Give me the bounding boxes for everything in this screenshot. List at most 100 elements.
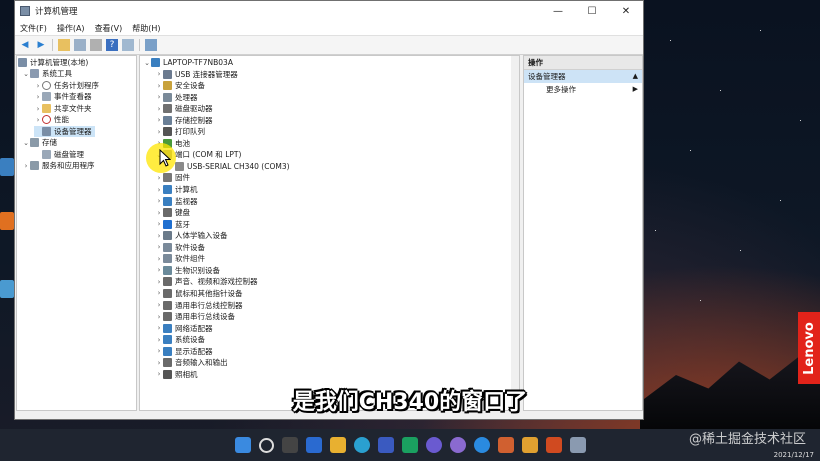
collapse-chevron-icon[interactable]: ⌄ xyxy=(143,59,151,67)
expand-chevron-icon[interactable]: › xyxy=(155,82,163,90)
expand-chevron-icon[interactable]: › xyxy=(155,255,163,263)
expand-chevron-icon[interactable]: › xyxy=(34,93,42,101)
desktop-shortcut-icon[interactable] xyxy=(0,212,14,230)
device-category[interactable]: › 打印队列 xyxy=(155,126,205,137)
expand-chevron-icon[interactable]: › xyxy=(155,243,163,251)
device-category[interactable]: › 蓝牙 xyxy=(155,219,190,230)
expand-chevron-icon[interactable]: › xyxy=(155,359,163,367)
back-arrow-icon[interactable]: ◀ xyxy=(19,39,31,51)
powerpoint-icon[interactable] xyxy=(545,437,562,453)
expand-chevron-icon[interactable]: › xyxy=(155,313,163,321)
device-category[interactable]: › 音频输入和输出 xyxy=(155,357,228,368)
expand-chevron-icon[interactable]: › xyxy=(155,301,163,309)
expand-chevron-icon[interactable]: › xyxy=(155,220,163,228)
help-icon[interactable]: ? xyxy=(106,39,118,51)
device-category[interactable]: › USB 连接器管理器 xyxy=(155,69,238,80)
expand-chevron-icon[interactable]: › xyxy=(34,82,42,90)
expand-chevron-icon[interactable]: › xyxy=(155,232,163,240)
device-category[interactable]: › 照相机 xyxy=(155,369,198,380)
tree-node[interactable]: › 共享文件夹 xyxy=(34,103,92,114)
tree-node[interactable]: ⌄ 系统工具 xyxy=(22,68,72,79)
expand-chevron-icon[interactable]: › xyxy=(155,289,163,297)
menu-view[interactable]: 查看(V) xyxy=(90,23,128,34)
device-category[interactable]: › 存储控制器 xyxy=(155,115,213,126)
menu-help[interactable]: 帮助(H) xyxy=(127,23,165,34)
scrollbar[interactable] xyxy=(511,56,519,410)
system-clock[interactable]: 2021/12/17 xyxy=(774,451,814,459)
expand-chevron-icon[interactable]: › xyxy=(155,93,163,101)
file-explorer-icon[interactable] xyxy=(329,437,346,453)
task-view-icon[interactable] xyxy=(281,437,298,453)
maximize-button[interactable]: ☐ xyxy=(575,1,609,21)
forward-arrow-icon[interactable]: ▶ xyxy=(35,39,47,51)
device-category[interactable]: › 人体学输入设备 xyxy=(155,230,228,241)
up-folder-icon[interactable] xyxy=(58,39,70,51)
expand-chevron-icon[interactable]: › xyxy=(34,105,42,113)
minimize-button[interactable]: — xyxy=(541,1,575,21)
edge-icon[interactable] xyxy=(353,437,370,453)
show-action-pane-icon[interactable] xyxy=(122,39,134,51)
collapse-up-icon[interactable]: ▲ xyxy=(633,70,638,83)
app-icon[interactable] xyxy=(473,437,490,453)
search-icon[interactable] xyxy=(258,437,274,453)
title-bar[interactable]: 计算机管理 — ☐ ✕ xyxy=(15,1,643,21)
device-category[interactable]: › 鼠标和其他指针设备 xyxy=(155,288,243,299)
device-category[interactable]: › 固件 xyxy=(155,172,190,183)
properties-icon[interactable] xyxy=(90,39,102,51)
device-category[interactable]: › 磁盘驱动器 xyxy=(155,103,213,114)
device-category[interactable]: › 通用串行总线控制器 xyxy=(155,300,243,311)
device-category[interactable]: › 系统设备 xyxy=(155,334,205,345)
device-category[interactable]: › 软件组件 xyxy=(155,253,205,264)
menu-file[interactable]: 文件(F) xyxy=(15,23,52,34)
device-category[interactable]: › 通用串行总线设备 xyxy=(155,311,235,322)
tree-node[interactable]: 计算机管理(本地) xyxy=(18,57,88,68)
expand-chevron-icon[interactable]: › xyxy=(34,116,42,124)
expand-chevron-icon[interactable]: › xyxy=(155,116,163,124)
widgets-icon[interactable] xyxy=(305,437,322,453)
expand-chevron-icon[interactable]: › xyxy=(155,174,163,182)
app-icon[interactable] xyxy=(425,437,442,453)
expand-chevron-icon[interactable]: › xyxy=(155,347,163,355)
device-category[interactable]: › 网络适配器 xyxy=(155,323,213,334)
more-actions-item[interactable]: 更多操作 ▶ xyxy=(524,83,642,96)
desktop-shortcut-icon[interactable] xyxy=(0,280,14,298)
expand-chevron-icon[interactable]: › xyxy=(155,197,163,205)
tree-node[interactable]: › 事件查看器 xyxy=(34,91,92,102)
device-category[interactable]: › 显示适配器 xyxy=(155,346,213,357)
device-category[interactable]: › 计算机 xyxy=(155,184,198,195)
tree-node[interactable]: › 性能 xyxy=(34,114,69,125)
tree-node[interactable]: ⌄ 存储 xyxy=(22,137,57,148)
expand-chevron-icon[interactable]: › xyxy=(155,128,163,136)
app-icon[interactable] xyxy=(449,437,466,453)
expand-chevron-icon[interactable]: › xyxy=(155,324,163,332)
show-hide-tree-icon[interactable] xyxy=(74,39,86,51)
device-item[interactable]: USB-SERIAL CH340 (COM3) xyxy=(167,161,290,172)
device-category[interactable]: › 生物识别设备 xyxy=(155,265,220,276)
expand-chevron-icon[interactable]: › xyxy=(155,278,163,286)
expand-chevron-icon[interactable]: › xyxy=(155,186,163,194)
desktop-shortcut-icon[interactable] xyxy=(0,158,14,176)
tree-node[interactable]: › 服务和应用程序 xyxy=(22,160,95,171)
computer-management-taskbar-icon[interactable] xyxy=(569,437,586,453)
app-icon[interactable] xyxy=(401,437,418,453)
device-tree-root[interactable]: ⌄ LAPTOP-TF7NB03A xyxy=(143,57,233,68)
expand-chevron-icon[interactable]: › xyxy=(155,370,163,378)
collapse-chevron-icon[interactable]: ⌄ xyxy=(22,70,30,78)
tree-node[interactable]: › 任务计划程序 xyxy=(34,80,99,91)
close-button[interactable]: ✕ xyxy=(609,1,643,21)
expand-chevron-icon[interactable]: › xyxy=(155,70,163,78)
tree-node[interactable]: 磁盘管理 xyxy=(34,149,84,160)
app-icon[interactable] xyxy=(497,437,514,453)
device-category[interactable]: › 监视器 xyxy=(155,196,198,207)
store-icon[interactable] xyxy=(377,437,394,453)
device-category[interactable]: › 键盘 xyxy=(155,207,190,218)
device-category[interactable]: › 安全设备 xyxy=(155,80,205,91)
actions-section[interactable]: 设备管理器 ▲ xyxy=(524,70,642,83)
expand-chevron-icon[interactable]: › xyxy=(22,162,30,170)
expand-chevron-icon[interactable]: › xyxy=(155,105,163,113)
tree-node-selected[interactable]: 设备管理器 xyxy=(34,126,95,137)
collapse-chevron-icon[interactable]: ⌄ xyxy=(22,139,30,147)
device-category[interactable]: › 处理器 xyxy=(155,92,198,103)
start-icon[interactable] xyxy=(234,437,251,453)
app-icon[interactable] xyxy=(521,437,538,453)
